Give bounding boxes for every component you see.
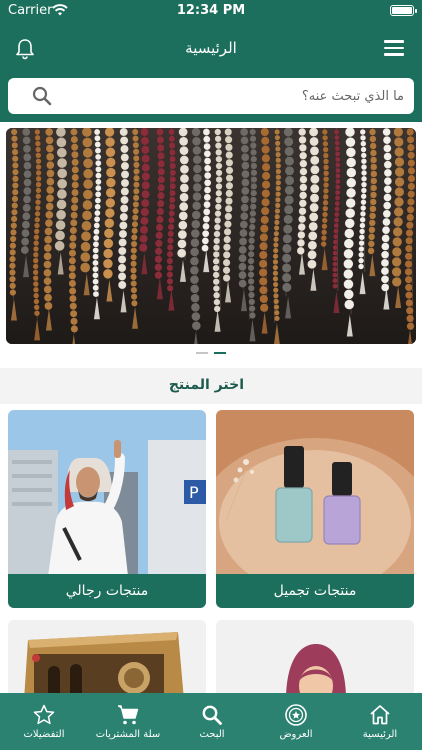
bottom-tab-bar: الرئيسية العروض البحث سلة المشتريات التف… [0,693,422,750]
carousel-dot-active[interactable] [214,352,226,354]
prayer-beads-photo [6,128,416,344]
home-icon [370,705,390,725]
star-icon [33,704,55,725]
tab-label: العروض [279,729,313,740]
product-card-cosmetics[interactable]: منتجات تجميل [216,410,414,608]
nail-polish-photo [216,410,414,576]
product-card-men[interactable]: P منتجات رجالي [8,410,206,608]
search-input[interactable] [74,78,414,114]
boxed-product-photo [8,620,206,700]
search-bar [8,78,414,114]
product-card-women[interactable] [216,620,414,700]
banner-carousel[interactable] [6,128,416,344]
tab-search[interactable]: البحث [170,693,254,750]
tab-favorites[interactable]: التفضيلات [2,693,86,750]
offers-badge-icon [285,704,307,726]
section-header: اختر المنتج [0,368,422,404]
man-in-thobe-photo: P [8,410,206,576]
app-header: الرئيسية [0,22,422,122]
tab-offers[interactable]: العروض [254,693,338,750]
product-card-label: منتجات تجميل [216,574,414,608]
product-card-boxed[interactable] [8,620,206,700]
section-title: اختر المنتج [168,377,244,393]
tab-label: سلة المشتريات [95,729,161,740]
svg-text:P: P [189,483,199,502]
search-icon [202,705,222,725]
search-icon[interactable] [32,86,52,106]
carousel-dot[interactable] [196,352,208,354]
carousel-indicator [0,352,422,356]
battery-icon [390,5,417,16]
product-card-label: منتجات رجالي [8,574,206,608]
tab-label: الرئيسية [362,729,398,740]
tab-label: البحث [199,729,225,740]
cart-icon [118,705,139,725]
page-title: الرئيسية [185,39,237,57]
clock: 12:34 PM [176,3,246,18]
woman-in-hijab-photo [216,620,414,700]
tab-label: التفضيلات [23,729,65,740]
tab-cart[interactable]: سلة المشتريات [86,693,170,750]
tab-home[interactable]: الرئيسية [338,693,422,750]
menu-icon[interactable] [384,40,404,56]
status-bar: Carrier 12:34 PM [0,0,422,22]
